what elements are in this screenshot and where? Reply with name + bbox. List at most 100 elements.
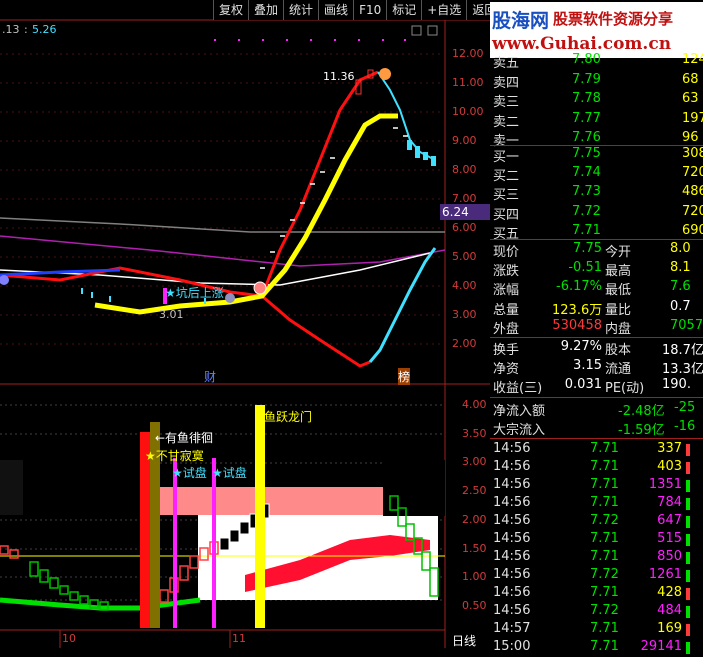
stat-value: -0.51 (568, 260, 602, 276)
high-marker-icon (379, 68, 391, 80)
date-label-10: 10 (62, 632, 76, 645)
sell-flag-icon (686, 534, 690, 546)
chart-menu-icon (411, 25, 422, 36)
price-axis-label: 3.00 (452, 308, 477, 321)
tick-row[interactable]: 14:56 7.71 1351 (490, 477, 703, 495)
fundamental-divider (490, 397, 703, 398)
tick-price: 7.71 (590, 531, 619, 546)
bid-row[interactable]: 买三 7.73 486 (490, 184, 703, 203)
date-label-11: 11 (232, 632, 246, 645)
indicator-axis-label: 2.00 (462, 512, 487, 526)
indicator-axis-label: 2.50 (462, 484, 487, 498)
yellow-trend-line (94, 113, 398, 315)
fundamental-row: 换手 9.27% 股本 18.7亿 (490, 339, 703, 358)
toolbar-button[interactable]: 叠加 (248, 0, 283, 20)
fundamental-value: 0.031 (564, 377, 602, 392)
stat-value: 8.1 (670, 260, 691, 276)
flow-label: 净流入额 (493, 404, 546, 419)
ask-volume: 63 (682, 91, 699, 107)
stat-value: 70576 (670, 317, 703, 333)
fundamental-value: 190. (662, 377, 691, 392)
toolbar-button[interactable]: 画线 (318, 0, 353, 20)
paihuai-annotation: ←有鱼徘徊 (155, 431, 214, 445)
tick-volume: 337 (657, 441, 682, 456)
tick-price: 7.71 (590, 621, 619, 636)
stat-label: 涨幅 (493, 283, 520, 299)
ask-row[interactable]: 卖二 7.77 197 (490, 111, 703, 130)
tick-row[interactable]: 14:56 7.71 784 (490, 495, 703, 513)
flow-value: -1.59亿 (618, 423, 665, 438)
stat-label: 今开 (605, 245, 632, 260)
ask-row[interactable]: 卖五 7.80 124 (490, 52, 703, 71)
tick-row[interactable]: 15:00 7.71 29141 (490, 639, 703, 657)
flow-value: -2.48亿 (618, 404, 665, 419)
top-markers (214, 39, 406, 41)
tick-row[interactable]: 14:56 7.72 484 (490, 603, 703, 621)
toolbar-button[interactable]: F10 (353, 0, 386, 20)
tick-row[interactable]: 14:56 7.71 428 (490, 585, 703, 603)
tick-price: 7.72 (590, 567, 619, 582)
ask-volume: 124 (682, 52, 703, 67)
toolbar-button[interactable]: 复权 (213, 0, 248, 20)
mid-marker-icon (225, 293, 235, 303)
tick-price: 7.71 (590, 441, 619, 456)
price-axis-label: 12.00 (452, 47, 484, 60)
tick-price: 7.71 (590, 585, 619, 600)
finance-marker[interactable]: 财 (204, 368, 216, 385)
fundamental-label: 换手 (493, 343, 520, 358)
price-axis-label: 8.00 (452, 163, 477, 176)
ask-volume: 96 (682, 130, 699, 146)
fundamental-label: 流通 (605, 362, 632, 377)
rise-annotation: ★坑后上涨 (165, 286, 224, 300)
tick-row[interactable]: 14:56 7.71 403 (490, 459, 703, 477)
watermark-brand: 股海网 (492, 10, 550, 32)
bid-row[interactable]: 买二 7.74 720 (490, 165, 703, 184)
sell-flag-icon (686, 516, 690, 528)
tick-row[interactable]: 14:56 7.71 337 (490, 441, 703, 459)
tick-row[interactable]: 14:57 7.71 169 (490, 621, 703, 639)
tick-row[interactable]: 14:56 7.72 1261 (490, 567, 703, 585)
stat-label: 现价 (493, 245, 520, 260)
bid-row[interactable]: 买一 7.75 308 (490, 146, 703, 165)
toolbar-button[interactable]: +自选 (421, 0, 466, 20)
ask-label: 卖二 (493, 114, 520, 130)
sell-flag-icon (686, 570, 690, 582)
bugan-annotation: ★不甘寂寞 (145, 449, 204, 463)
red-stair-boxes (0, 541, 219, 603)
ask-label: 卖四 (493, 75, 520, 91)
price-axis-label: 2.00 (452, 337, 477, 350)
ask-row[interactable]: 卖四 7.79 68 (490, 72, 703, 91)
bid-price: 7.72 (572, 203, 601, 219)
tick-time: 14:56 (493, 513, 531, 528)
toolbar-button[interactable]: 标记 (386, 0, 421, 20)
price-axis-label: 4.00 (452, 279, 477, 292)
tick-price: 7.71 (590, 639, 619, 654)
tick-price: 7.72 (590, 513, 619, 528)
tick-volume: 784 (657, 495, 682, 510)
bid-volume: 486 (682, 184, 703, 200)
tick-row[interactable]: 14:56 7.72 647 (490, 513, 703, 531)
ask-volume: 197 (682, 110, 703, 126)
tick-row[interactable]: 14:56 7.71 515 (490, 531, 703, 549)
buy-flag-icon (686, 444, 690, 456)
tick-price: 7.72 (590, 603, 619, 618)
ask-row[interactable]: 卖三 7.78 63 (490, 91, 703, 110)
stats-divider (490, 337, 703, 338)
price-axis-label: 10.00 (452, 105, 484, 118)
black-band (23, 460, 140, 515)
ma-gray-line (0, 217, 445, 233)
kline-chart-area[interactable]: .13 : 5.26 12.00 11.00 10.00 9.00 8.00 7.00 6.… (0, 0, 492, 649)
quote-panel: 股海网 股票软件资源分享 www.Guhai.com.cn 卖五 7.80 124 卖… (490, 0, 703, 654)
chart-close-icon (427, 25, 438, 36)
chart-canvas[interactable] (0, 0, 490, 648)
ranking-marker[interactable]: 榜 (398, 368, 411, 385)
bid-price: 7.73 (572, 184, 601, 200)
toolbar-button[interactable]: 统计 (283, 0, 318, 20)
readout-value: 5.26 (32, 23, 57, 36)
bid-row[interactable]: 买四 7.72 720 (490, 204, 703, 223)
tick-row[interactable]: 14:56 7.71 850 (490, 549, 703, 567)
fundamental-value: 18.7亿 (662, 343, 703, 358)
stat-label: 总量 (493, 302, 520, 318)
period-label[interactable]: 日线 (452, 632, 476, 649)
tick-time: 15:00 (493, 639, 531, 654)
